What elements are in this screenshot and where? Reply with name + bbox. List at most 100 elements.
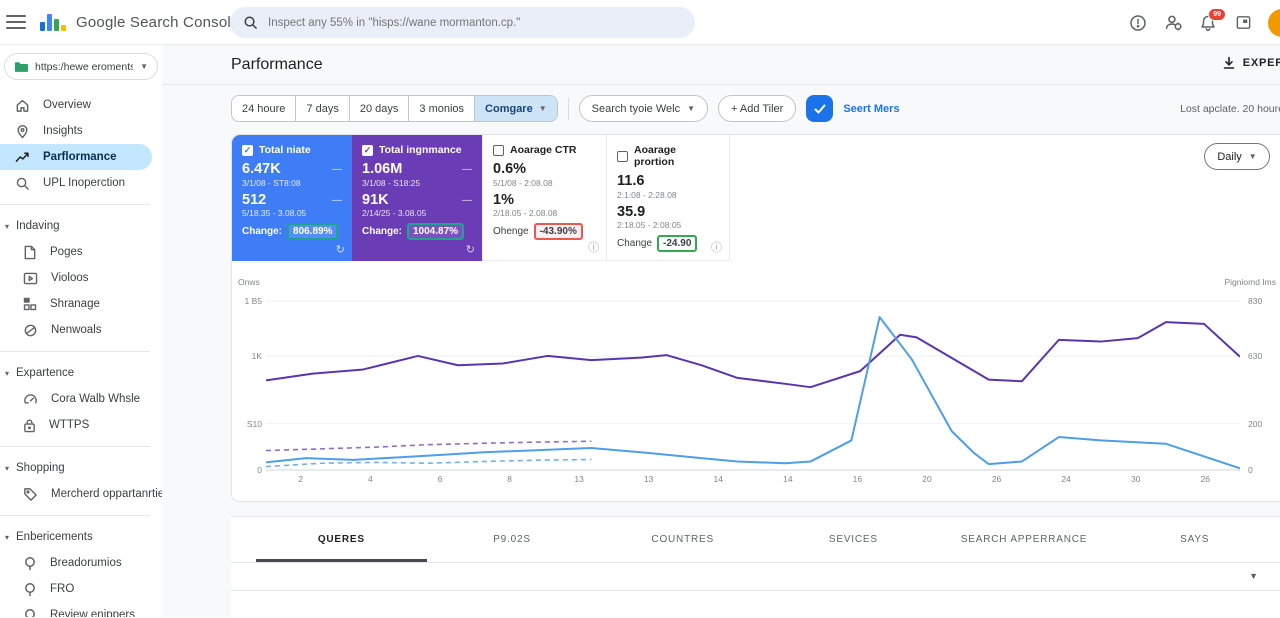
metric-card-total-clicks[interactable]: ✓ Total niate 6.47K— 3/1/08 - ST8:08 512… bbox=[232, 135, 352, 261]
sidebar-item-url-inspection[interactable]: UPL Inoperction bbox=[0, 170, 162, 196]
sidebar-item-label: Shranage bbox=[50, 298, 100, 310]
download-icon bbox=[1222, 56, 1236, 70]
info-icon[interactable]: ⓘ bbox=[588, 239, 599, 255]
left-axis-tick: 0 bbox=[234, 465, 262, 475]
metric-card-average-position[interactable]: Aoarage prortion 11.6— 2:1:08 - 2:28.08 … bbox=[606, 135, 730, 261]
filter-toggle-button[interactable] bbox=[806, 95, 833, 122]
compare-label: Comgare bbox=[485, 103, 533, 115]
tab-queries[interactable]: QUERES bbox=[256, 517, 427, 562]
x-axis-tick: 30 bbox=[1101, 474, 1171, 484]
triangle-down-icon[interactable]: ▼ bbox=[1249, 571, 1258, 581]
refresh-icon[interactable]: ↻ bbox=[466, 243, 475, 256]
x-axis-labels: 246813131414162026243026 bbox=[266, 474, 1240, 484]
range-24-hours[interactable]: 24 houre bbox=[232, 96, 295, 121]
x-axis-tick: 20 bbox=[892, 474, 962, 484]
chevron-down-icon: ▾ bbox=[5, 222, 9, 231]
info-icon[interactable]: ⓘ bbox=[711, 239, 722, 255]
menu-icon[interactable] bbox=[6, 11, 26, 33]
add-filter-button[interactable]: + Add Tiler bbox=[718, 95, 796, 122]
speedometer-icon bbox=[23, 392, 38, 407]
sidebar-item-label: Cora Walb Whsle bbox=[51, 393, 140, 405]
range-compare[interactable]: Comgare ▼ bbox=[474, 96, 557, 121]
chevron-down-icon: ▾ bbox=[5, 464, 9, 473]
pages-icon bbox=[23, 245, 37, 260]
chevron-down-icon: ▾ bbox=[5, 533, 9, 542]
sidebar-item-core-web-vitals[interactable]: Cora Walb Whsle bbox=[0, 386, 162, 412]
magnifier-icon bbox=[15, 176, 30, 191]
sidebar-section-shopping[interactable]: ▾ Shopping bbox=[0, 455, 162, 481]
metric-checkbox[interactable] bbox=[617, 151, 628, 162]
sidebar: https:/hewe eroments... ▼ Overview Insig… bbox=[0, 45, 162, 617]
sidebar-item-merchant-opportunities[interactable]: Mercherd oppartanrties bbox=[0, 481, 162, 507]
sidebar-item-review-snippets[interactable]: Review enippers bbox=[0, 602, 162, 617]
granularity-label: Daily bbox=[1217, 151, 1241, 163]
refresh-icon[interactable]: ↻ bbox=[336, 243, 345, 256]
range-7-days[interactable]: 7 days bbox=[295, 96, 348, 121]
divider bbox=[0, 515, 150, 516]
sidebar-item-label: Parflormance bbox=[43, 151, 117, 163]
sidebar-item-sitemaps[interactable]: Shranage bbox=[0, 291, 162, 317]
notifications-bell-icon[interactable]: 99 bbox=[1198, 13, 1218, 33]
apps-icon[interactable] bbox=[1233, 13, 1253, 33]
url-inspect-searchbar[interactable] bbox=[230, 7, 695, 38]
sidebar-item-performance[interactable]: Parflormance bbox=[0, 144, 152, 170]
metric-card-average-ctr[interactable]: Aoarage CTR 0.6%— 5/1/08 - 2:08.08 1%— 2… bbox=[482, 135, 606, 261]
range-28-days[interactable]: 20 days bbox=[349, 96, 409, 121]
metric-value: 11.6 bbox=[617, 173, 644, 190]
tab-pages[interactable]: P9.02S bbox=[427, 517, 598, 562]
left-axis-title: Onws bbox=[238, 277, 260, 287]
change-label: Ohenge bbox=[493, 226, 529, 237]
property-selector[interactable]: https:/hewe eroments... ▼ bbox=[4, 53, 158, 80]
export-button[interactable]: EXPER bbox=[1222, 56, 1280, 70]
sidebar-item-pages[interactable]: Poges bbox=[0, 239, 162, 265]
sidebar-item-insights[interactable]: Insights bbox=[0, 118, 162, 144]
avatar[interactable] bbox=[1268, 9, 1280, 37]
chart-plot[interactable] bbox=[266, 289, 1240, 471]
change-badge: 806.89% bbox=[287, 223, 338, 240]
metric-checkbox[interactable]: ✓ bbox=[242, 145, 253, 156]
sidebar-item-https[interactable]: WTTPS bbox=[0, 412, 162, 438]
help-icon[interactable] bbox=[1128, 13, 1148, 33]
search-input[interactable] bbox=[268, 17, 682, 29]
folder-icon bbox=[14, 61, 28, 73]
right-axis-tick: 200 bbox=[1248, 419, 1276, 429]
sidebar-item-overview[interactable]: Overview bbox=[0, 92, 162, 118]
sidebar-item-label: UPL Inoperction bbox=[43, 177, 125, 189]
metric-checkbox[interactable]: ✓ bbox=[362, 145, 373, 156]
top-bar: Google Search Console 99 bbox=[0, 0, 1280, 45]
chevron-down-icon: ▼ bbox=[687, 104, 695, 113]
right-axis-tick: 0 bbox=[1248, 465, 1276, 475]
change-label: Change: bbox=[362, 226, 402, 237]
smart-filters-link[interactable]: Seert Mers bbox=[843, 103, 899, 115]
x-axis-tick: 13 bbox=[544, 474, 614, 484]
sidebar-item-faq[interactable]: FRO bbox=[0, 576, 162, 602]
chart-area: Onws Pigniomd Ims 1 B58301K630S1020000 2… bbox=[232, 275, 1280, 493]
dimension-tabs-card: QUERES P9.02S COUNTRES SEVICES SEARCH AP… bbox=[231, 516, 1280, 618]
tab-search-appearance[interactable]: SEARCH APPERRANCE bbox=[939, 517, 1110, 562]
metric-card-total-impressions[interactable]: ✓ Total ingnmance 1.06M— 3/1/08 - S18:25… bbox=[352, 135, 482, 261]
metric-period: 3/1/08 - ST8:08 bbox=[242, 178, 342, 189]
sidebar-item-breadcrumbs[interactable]: Breadorumios bbox=[0, 550, 162, 576]
metric-period: 2:18.05 - 2:08:05 bbox=[617, 220, 719, 231]
account-settings-icon[interactable] bbox=[1163, 13, 1183, 33]
sidebar-item-removals[interactable]: Nenwoals bbox=[0, 317, 162, 343]
tab-countries[interactable]: COUNTRES bbox=[597, 517, 768, 562]
x-axis-tick: 16 bbox=[823, 474, 893, 484]
search-type-filter[interactable]: Search tyoie Welc ▼ bbox=[579, 95, 708, 122]
sidebar-item-label: Insights bbox=[43, 125, 83, 137]
sidebar-section-experience[interactable]: ▾ Expartence bbox=[0, 360, 162, 386]
tab-dates[interactable]: SAYS bbox=[1109, 517, 1280, 562]
x-axis-tick: 13 bbox=[614, 474, 684, 484]
metric-value: 512 bbox=[242, 192, 266, 209]
range-3-months[interactable]: 3 monios bbox=[408, 96, 474, 121]
sidebar-item-videos[interactable]: Violoos bbox=[0, 265, 162, 291]
chevron-down-icon: ▼ bbox=[539, 104, 547, 113]
sidebar-section-indexing[interactable]: ▾ Indaving bbox=[0, 213, 162, 239]
metric-tiles: ✓ Total niate 6.47K— 3/1/08 - ST8:08 512… bbox=[232, 135, 1280, 261]
granularity-select[interactable]: Daily ▼ bbox=[1204, 143, 1270, 170]
sidebar-section-enhancements[interactable]: ▾ Enbericements bbox=[0, 524, 162, 550]
sidebar-item-label: WTTPS bbox=[49, 419, 89, 431]
tab-devices[interactable]: SEVICES bbox=[768, 517, 939, 562]
metric-checkbox[interactable] bbox=[493, 145, 504, 156]
performance-icon bbox=[15, 150, 30, 165]
